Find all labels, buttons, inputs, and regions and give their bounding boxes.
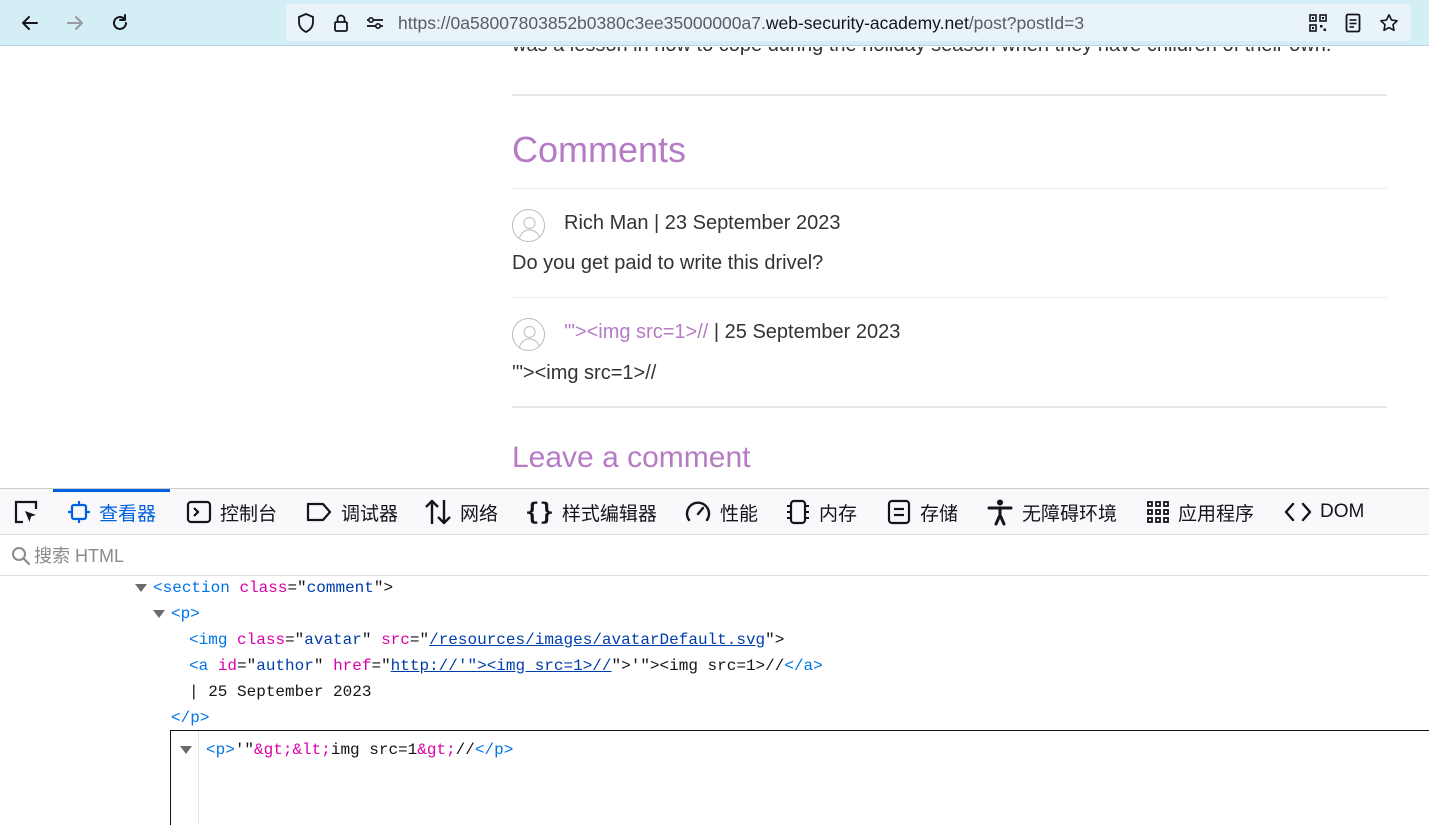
tab-label: 调试器 [341, 503, 399, 525]
console-icon [186, 500, 212, 524]
comment-date: 25 September 2023 [724, 321, 901, 343]
tab-style-editor[interactable]: {} 样式编辑器 [525, 489, 657, 535]
web-page: was a lesson in how to cope during the h… [0, 47, 1429, 488]
html-search-bar [0, 536, 1429, 576]
application-icon [1147, 501, 1169, 523]
url-prefix: https://0a58007803852b0380c3ee35000000a7… [398, 13, 766, 33]
comment-author: Rich Man [564, 212, 649, 234]
element-picker-button[interactable] [12, 489, 40, 535]
comment-text: Do you get paid to write this drivel? [512, 252, 824, 274]
tab-label: 查看器 [99, 503, 157, 525]
tree-node-img[interactable]: <img class="avatar" src="/resources/imag… [189, 627, 784, 653]
tab-label: DOM [1320, 501, 1365, 522]
tab-accessibility[interactable]: 无障碍环境 [986, 489, 1117, 535]
comment-meta: Rich Man | 23 September 2023 [564, 212, 840, 235]
accessibility-icon [987, 499, 1013, 526]
comments-heading: Comments [512, 129, 687, 170]
comment-author-link[interactable]: '"><img src=1>// [564, 321, 708, 343]
post-body-text: was a lesson in how to cope during the h… [512, 47, 1331, 57]
leave-comment-heading: Leave a comment [512, 441, 751, 474]
avatar [512, 209, 545, 242]
tab-debugger[interactable]: 调试器 [305, 489, 398, 535]
tab-label: 应用程序 [1178, 503, 1255, 525]
devtools-tabbar: 查看器 控制台 调试器 网络 {} 样式编辑器 性能 内存 存储 无障碍环境 应… [0, 489, 1429, 535]
tracking-protection-icon[interactable] [296, 13, 316, 33]
url-path: /post?postId=3 [968, 13, 1085, 33]
search-icon [12, 547, 31, 566]
url-domain: web-security-academy.net [765, 13, 969, 33]
url-bar[interactable]: https://0a58007803852b0380c3ee35000000a7… [286, 4, 1411, 41]
tree-node-section[interactable]: <section class="comment"> [153, 575, 393, 601]
markup-tree: <section class="comment"> <p> <img class… [0, 577, 1429, 825]
performance-icon [685, 501, 711, 522]
user-avatar-icon [518, 216, 541, 241]
qr-code-icon[interactable] [1308, 13, 1328, 33]
src-link[interactable]: /resources/images/avatarDefault.svg [429, 631, 765, 649]
tab-network[interactable]: 网络 [424, 489, 498, 535]
tab-label: 性能 [720, 503, 759, 525]
comment-date: 23 September 2023 [664, 212, 841, 234]
tab-label: 样式编辑器 [561, 503, 657, 525]
tab-application[interactable]: 应用程序 [1146, 489, 1254, 535]
dom-icon [1284, 502, 1312, 522]
tree-node-p[interactable]: <p> [171, 601, 200, 627]
divider [512, 297, 1387, 298]
storage-icon [887, 499, 911, 525]
tab-label: 控制台 [220, 503, 278, 525]
comment-meta: '"><img src=1>// | 25 September 2023 [564, 321, 900, 344]
divider [512, 94, 1387, 96]
expand-toggle-icon[interactable] [153, 610, 165, 618]
tab-memory[interactable]: 内存 [785, 489, 857, 535]
url-text[interactable]: https://0a58007803852b0380c3ee35000000a7… [398, 13, 1084, 34]
tree-text-node[interactable]: | 25 September 2023 [189, 679, 371, 705]
tab-label: 无障碍环境 [1022, 503, 1118, 525]
element-picker-icon [14, 500, 38, 524]
forward-arrow-icon [67, 16, 83, 30]
meta-separator: | [708, 321, 725, 343]
tab-inspector[interactable]: 查看器 [53, 489, 171, 535]
debugger-icon [306, 502, 332, 522]
meta-separator: | [648, 212, 665, 234]
tab-label: 网络 [460, 503, 499, 525]
html-edit-box[interactable]: <p>'"&gt;&lt;img src=1&gt;//</p> [170, 730, 1429, 825]
back-arrow-icon [22, 16, 38, 30]
lock-icon[interactable] [331, 13, 351, 33]
comment-text: '"><img src=1>// [512, 362, 657, 384]
back-button[interactable] [15, 8, 45, 38]
tree-node-a[interactable]: <a id="author" href="http://'"><img src=… [189, 653, 823, 679]
devtools-panel: 查看器 控制台 调试器 网络 {} 样式编辑器 性能 内存 存储 无障碍环境 应… [0, 488, 1429, 825]
divider [512, 406, 1387, 408]
memory-icon [787, 499, 809, 525]
tab-performance[interactable]: 性能 [684, 489, 758, 535]
tab-label: 内存 [819, 503, 858, 525]
expand-toggle-icon[interactable] [135, 584, 147, 592]
href-link[interactable]: http://'"><img src=1>// [391, 657, 612, 675]
user-avatar-icon [518, 325, 541, 350]
permissions-icon[interactable] [365, 13, 385, 33]
fold-toggle-icon[interactable] [180, 746, 192, 754]
reload-button[interactable] [105, 8, 135, 38]
forward-button[interactable] [60, 8, 90, 38]
search-html-input[interactable] [34, 543, 634, 569]
tab-console[interactable]: 控制台 [186, 489, 277, 535]
reader-view-icon[interactable] [1343, 13, 1363, 33]
tree-node-p-close[interactable]: </p> [171, 705, 209, 731]
tab-dom[interactable]: DOM [1284, 489, 1364, 535]
inspector-icon [68, 501, 90, 523]
tab-storage[interactable]: 存储 [886, 489, 958, 535]
edit-line[interactable]: <p>'"&gt;&lt;img src=1&gt;//</p> [206, 737, 513, 763]
bookmark-star-icon[interactable] [1379, 13, 1399, 33]
style-editor-icon: {} [525, 498, 554, 526]
divider [512, 188, 1387, 189]
browser-toolbar: https://0a58007803852b0380c3ee35000000a7… [0, 0, 1429, 46]
avatar [512, 318, 545, 351]
network-icon [425, 499, 451, 525]
tab-label: 存储 [920, 503, 959, 525]
reload-icon [113, 14, 127, 30]
